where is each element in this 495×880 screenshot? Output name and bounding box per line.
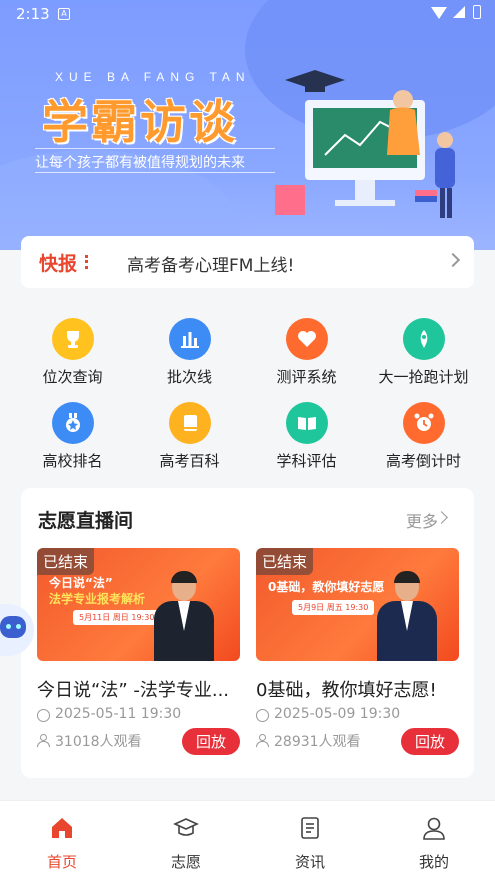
grid-item-freshman-plan[interactable]: 大一抢跑计划 [365,318,482,398]
more-link[interactable]: 更多 [406,508,438,532]
live-time: 2025-05-09 19:30 [274,706,401,722]
banner-slogan: 让每个孩子都有被值得规划的未来 [35,155,245,171]
chevron-right-icon [445,252,461,268]
nav-item-news[interactable]: 资讯 [248,801,372,880]
bottom-nav: 首页 志愿 资讯 我的 [0,800,495,880]
thumbnail-date: 5月9日 周五 19:30 [292,600,375,615]
grid-item-label: 位次查询 [42,368,103,386]
home-icon [52,818,72,838]
viewers-icon [256,734,269,747]
live-thumbnail[interactable]: 已结束 今日说“法” 法学专业报考解析 5月11日 周日 19:30 [37,548,240,661]
section-title: 志愿直播间 [38,510,134,532]
notification-a-icon: A [58,8,70,20]
replay-button[interactable]: 回放 [400,728,459,755]
thumbnail-heading: 今日说“法” [49,576,113,590]
grid-item-label: 高校排名 [42,452,103,470]
robot-icon [0,616,26,638]
medal-icon [52,402,94,444]
news-ticker[interactable]: 快报 高考备考心理FM上线! [21,236,474,288]
grid-item-label: 高考倒计时 [385,452,461,470]
grid-item-countdown[interactable]: 高考倒计时 [365,402,482,482]
wifi-icon [431,7,447,19]
thumbnail-subheading: 法学专业报考解析 [49,592,146,606]
trophy-icon [52,318,94,360]
news-text: 高考备考心理FM上线! [127,256,295,276]
status-badge: 已结束 [256,548,314,575]
live-card[interactable]: 已结束 今日说“法” 法学专业报考解析 5月11日 周日 19:30 今日说“法… [37,548,240,755]
grid-item-rank-query[interactable]: 位次查询 [14,318,131,398]
nav-label: 我的 [418,853,449,871]
grid-item-label: 大一抢跑计划 [378,368,469,386]
banner[interactable]: 2:13 A XUE BA FANG TAN 学霸访谈 让每个孩子都有被值得规划… [0,0,495,250]
book-icon [169,402,211,444]
nav-item-home[interactable]: 首页 [0,801,124,880]
live-card[interactable]: 已结束 0基础，教你填好志愿 5月9日 周五 19:30 0基础，教你填好志愿!… [256,548,459,755]
open-book-icon [286,402,328,444]
alarm-clock-icon [403,402,445,444]
status-bar: 2:13 A [0,0,495,28]
divider [35,172,275,173]
grid-item-batch-line[interactable]: 批次线 [131,318,248,398]
grid-item-label: 高考百科 [159,452,220,470]
banner-pinyin: XUE BA FANG TAN [55,70,251,84]
live-views: 31018人观看 [55,734,142,750]
grid-item-label: 批次线 [166,368,212,386]
grid-item-encyclopedia[interactable]: 高考百科 [131,402,248,482]
bar-chart-icon [169,318,211,360]
live-title: 0基础，教你填好志愿! [256,680,437,701]
thumbnail-heading: 0基础，教你填好志愿 [268,580,385,594]
news-tag-decoration [85,255,93,269]
divider [35,148,275,149]
grid-item-label: 测评系统 [276,368,337,386]
battery-icon [473,5,481,19]
clock-icon [37,709,50,722]
status-badge: 已结束 [37,548,95,575]
nav-label: 首页 [46,853,77,871]
graduation-cap-icon [173,818,199,836]
banner-title: 学霸访谈 [42,95,238,149]
speaker-avatar [154,569,214,661]
speaker-avatar [377,569,437,661]
nav-label: 志愿 [170,853,201,871]
grid-item-college-ranking[interactable]: 高校排名 [14,402,131,482]
heart-icon [286,318,328,360]
user-icon [423,817,445,840]
status-time: 2:13 [16,5,50,23]
nav-item-profile[interactable]: 我的 [372,801,495,880]
signal-icon [453,6,465,18]
live-room-section: 志愿直播间 更多 已结束 今日说“法” 法学专业报考解析 5月11日 周日 19… [21,488,474,778]
news-icon [301,817,319,839]
viewers-icon [37,734,50,747]
live-thumbnail[interactable]: 已结束 0基础，教你填好志愿 5月9日 周五 19:30 [256,548,459,661]
grid-item-label: 学科评估 [276,452,337,470]
live-time: 2025-05-11 19:30 [55,706,182,722]
live-title: 今日说“法” -法学专业... [37,680,230,701]
banner-illustration [275,70,455,218]
news-tag: 快报 [39,253,78,275]
clock-icon [256,709,269,722]
nav-item-volunteer[interactable]: 志愿 [124,801,248,880]
replay-button[interactable]: 回放 [181,728,240,755]
live-views: 28931人观看 [274,734,361,750]
thumbnail-date: 5月11日 周日 19:30 [73,610,161,625]
grid-item-assessment[interactable]: 测评系统 [248,318,365,398]
nav-label: 资讯 [294,853,325,871]
rocket-icon [403,318,445,360]
grid-item-subject-eval[interactable]: 学科评估 [248,402,365,482]
